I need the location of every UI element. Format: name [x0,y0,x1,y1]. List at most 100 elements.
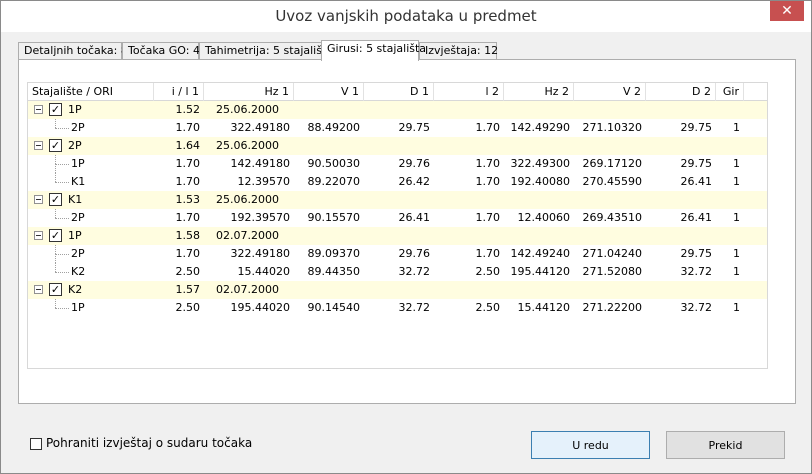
station-row[interactable]: ✓ K2 1.57 02.07.2000 [28,281,767,299]
grid-header: Stajalište / ORI i / l 1 Hz 1 V 1 D 1 l … [28,83,767,101]
tree-cell: ✓ 1P [28,227,154,245]
grid-cell: 322.49180 [230,247,291,260]
column-header-hz2[interactable]: Hz 2 [504,83,574,101]
station-date: 02.07.2000 [216,283,279,296]
orientation-name: K1 [71,175,86,188]
tree-cell: K1 [28,173,154,191]
station-checkbox[interactable]: ✓ [49,283,62,296]
tab-tocaka-go[interactable]: Točaka GO: 4 [122,42,200,60]
orientation-row[interactable]: K1 1.70 12.39570 89.22070 26.42 1.70 192.40080… [28,173,767,191]
grid-cell: 195.44120 [510,265,571,278]
grid-cell: 90.14540 [307,301,361,314]
grid-cell: 26.41 [398,211,431,224]
save-report-checkbox[interactable] [30,438,42,450]
tab-detaljnih-tocaka[interactable]: Detaljnih točaka: 8 [18,42,128,60]
station-row[interactable]: ✓ 2P 1.64 25.06.2000 [28,137,767,155]
tree-connector [55,182,69,183]
station-checkbox[interactable]: ✓ [49,139,62,152]
grid-cell: 1 [733,121,740,134]
tree-connector [55,128,69,129]
grid-cell: 90.15570 [307,211,361,224]
grid-cell: 2.50 [175,301,201,314]
orientation-row[interactable]: 1P 2.50 195.44020 90.14540 32.72 2.50 15.44120… [28,299,767,317]
tab-tahimetrija[interactable]: Tahimetrija: 5 stajališta [199,42,333,60]
column-header-v2[interactable]: V 2 [574,83,646,101]
orientation-name: 1P [71,157,85,170]
column-header-i-l1[interactable]: i / l 1 [154,83,204,101]
column-header-d1[interactable]: D 1 [364,83,434,101]
grid-cell: 1 [733,265,740,278]
tab-girusi[interactable]: Girusi: 5 stajališta [321,40,426,61]
grid-cell: 32.72 [680,301,713,314]
grid-cell: 26.41 [680,175,713,188]
station-checkbox[interactable]: ✓ [49,193,62,206]
orientation-name: 2P [71,121,85,134]
tree-connector [55,209,56,218]
tree-connector [55,272,69,273]
collapse-icon[interactable] [34,195,43,204]
column-header-hz1[interactable]: Hz 1 [204,83,294,101]
tree-cell: 2P [28,209,154,227]
grid-cell: 89.09370 [307,247,361,260]
grid-cell: 1.70 [175,247,201,260]
grid-cell: 271.52080 [582,265,643,278]
tab-izvjestaja[interactable]: Izvještaja: 12 [419,42,498,60]
grid-cell: 195.44020 [230,301,291,314]
grid-cell: 1 [733,175,740,188]
tree-cell: 2P [28,119,154,137]
station-name: 1P [68,229,82,242]
orientation-row[interactable]: 2P 1.70 322.49180 89.09370 29.76 1.70 142.4924… [28,245,767,263]
orientation-row[interactable]: 1P 1.70 142.49180 90.50030 29.76 1.70 322.4930… [28,155,767,173]
grid-cell: 32.72 [680,265,713,278]
collapse-icon[interactable] [34,285,43,294]
grid-cell: 271.04240 [582,247,643,260]
grid-cell: 12.40060 [517,211,571,224]
orientation-row[interactable]: K2 2.50 15.44020 89.44350 32.72 2.50 195.44120… [28,263,767,281]
station-date: 02.07.2000 [216,229,279,242]
grid-cell: 271.10320 [582,121,643,134]
tree-cell: ✓ 2P [28,137,154,155]
station-checkbox[interactable]: ✓ [49,229,62,242]
column-header-stajaliste[interactable]: Stajalište / ORI [28,83,154,101]
orientation-row[interactable]: 2P 1.70 322.49180 88.49200 29.75 1.70 142.4929… [28,119,767,137]
station-name: 1P [68,103,82,116]
station-name: K1 [68,193,83,206]
grid-cell: 1 [733,247,740,260]
station-row[interactable]: ✓ 1P 1.52 25.06.2000 [28,101,767,119]
collapse-icon[interactable] [34,231,43,240]
station-date: 25.06.2000 [216,139,279,152]
girusi-grid[interactable]: Stajalište / ORI i / l 1 Hz 1 V 1 D 1 l … [27,82,768,369]
grid-cell: 142.49240 [510,247,571,260]
station-row[interactable]: ✓ K1 1.53 25.06.2000 [28,191,767,209]
tree-connector [55,254,69,255]
column-header-l2[interactable]: l 2 [434,83,504,101]
tree-connector [55,263,56,272]
column-header-gir[interactable]: Gir [716,83,744,101]
instrument-height: 1.64 [175,139,201,152]
column-header-d2[interactable]: D 2 [646,83,716,101]
station-row[interactable]: ✓ 1P 1.58 02.07.2000 [28,227,767,245]
grid-cell: 2.50 [475,301,501,314]
grid-cell: 2.50 [175,265,201,278]
grid-cell: 1 [733,211,740,224]
collapse-icon[interactable] [34,105,43,114]
collapse-icon[interactable] [34,141,43,150]
grid-cell: 1 [733,301,740,314]
grid-cell: 89.44350 [307,265,361,278]
station-checkbox[interactable]: ✓ [49,103,62,116]
tree-connector [55,299,56,308]
grid-cell: 29.75 [398,121,431,134]
ok-button[interactable]: U redu [531,431,650,459]
tree-connector [55,155,56,164]
grid-cell: 322.49180 [230,121,291,134]
cancel-button[interactable]: Prekid [666,431,785,459]
title-bar[interactable]: Uvoz vanjskih podataka u predmet ✕ [1,1,811,32]
orientation-row[interactable]: 2P 1.70 192.39570 90.15570 26.41 1.70 12.40060… [28,209,767,227]
close-icon[interactable]: ✕ [770,1,804,21]
grid-cell: 1.70 [475,175,501,188]
grid-cell: 269.17120 [582,157,643,170]
column-header-v1[interactable]: V 1 [294,83,364,101]
window-title: Uvoz vanjskih podataka u predmet [275,7,537,25]
tree-connector [55,119,56,128]
tree-cell: 2P [28,245,154,263]
